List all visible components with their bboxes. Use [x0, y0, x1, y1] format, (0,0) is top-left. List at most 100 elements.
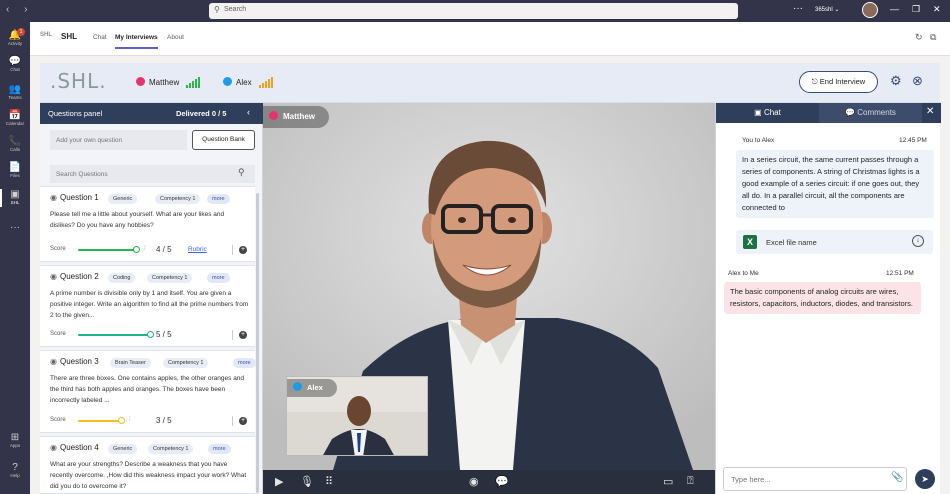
more-tags-chip[interactable]: more — [233, 358, 256, 368]
rail-item[interactable]: 🔔 Activity 1 — [0, 28, 30, 46]
eye-icon[interactable]: ◉ — [50, 272, 57, 281]
settings-gear-icon[interactable]: ⚙ — [890, 73, 902, 89]
minimize-icon[interactable]: — — [890, 4, 899, 14]
global-search-box[interactable]: ⚲ Search — [209, 3, 738, 19]
score-slider[interactable] — [78, 420, 121, 422]
close-window-icon[interactable]: ✕ — [933, 4, 941, 15]
tab-chat-panel[interactable]: ▣ Chat — [716, 103, 819, 123]
tab-comments[interactable]: 💬 Comments — [819, 103, 922, 123]
eye-icon[interactable]: ◉ — [50, 443, 57, 452]
end-interview-button[interactable]: ⎋ End Interview — [799, 71, 878, 93]
rail-item[interactable]: 📅 Calendar — [0, 110, 30, 126]
chat-bubble-icon[interactable]: 💬 — [495, 475, 509, 488]
question-bank-button[interactable]: Question Bank — [192, 130, 255, 150]
question-text: What are your strengths? Describe a weak… — [50, 461, 247, 490]
back-forward-icon[interactable]: ‹ › — [6, 4, 33, 15]
rubric-link[interactable]: Rubric — [188, 246, 207, 253]
rail-item-label: Calendar — [5, 121, 25, 126]
rail-item[interactable]: 📄 Files — [0, 162, 30, 178]
tab-my-interviews[interactable]: My Interviews — [115, 34, 158, 49]
divider — [232, 245, 233, 255]
score-slider-handle[interactable] — [147, 331, 154, 338]
add-note-icon[interactable]: + — [239, 246, 247, 254]
close-chat-icon[interactable]: ✕ — [926, 106, 934, 117]
rail-item[interactable]: 💬 Chat — [0, 56, 30, 72]
rail-item-label: Files — [10, 173, 20, 178]
close-circle-icon[interactable]: ⊗ — [912, 73, 923, 89]
slider-remaining-track: ⁞ — [129, 417, 131, 423]
rail-item[interactable]: ⊞ Apps — [0, 432, 30, 448]
microphone-icon[interactable]: 🎙 — [300, 475, 314, 488]
search-questions-input[interactable] — [50, 165, 255, 183]
message-sender: Alex to Me — [728, 270, 759, 277]
more-tags-chip[interactable]: more — [208, 444, 231, 454]
questions-panel: Questions panel Delivered 0 / 5 ‹ Questi… — [40, 103, 263, 494]
rail-item[interactable]: ▣ SHL — [0, 189, 30, 207]
question-tag: Competency 1 — [148, 444, 194, 454]
pip-name: Alex — [307, 383, 323, 392]
rail-item[interactable]: 📞 Calls — [0, 136, 30, 152]
question-title: ◉ Question 2 — [50, 272, 99, 281]
question-title: ◉ Question 1 — [50, 193, 99, 202]
captions-icon[interactable]: ▭ — [663, 475, 673, 488]
more-tags-chip[interactable]: more — [207, 194, 230, 204]
search-icon[interactable]: ⚲ — [238, 167, 245, 178]
question-card[interactable]: ◉ Question 4 Generic Competency 1 more What a… — [40, 436, 255, 494]
rail-item[interactable]: ? Help — [0, 462, 30, 478]
camera-icon[interactable]: ▶ — [275, 475, 283, 488]
self-view-video[interactable]: Alex — [286, 376, 428, 456]
title-bar: ‹ › ⚲ Search ··· 365shl ⌄ — ❐ ✕ — [0, 0, 950, 22]
question-card[interactable]: ◉ Question 1 Generic Competency 1 more Please… — [40, 186, 255, 262]
keypad-icon[interactable]: ⠿ — [325, 475, 333, 488]
bell-icon: 🔔 — [8, 30, 22, 41]
end-interview-label: End Interview — [819, 77, 866, 86]
app-name: SHL — [61, 32, 77, 41]
rail-item[interactable]: ··· — [0, 222, 30, 233]
file-attachment[interactable]: X Excel file name ↓ — [736, 230, 933, 254]
tab-chat[interactable]: Chat — [93, 34, 107, 41]
question-tag: Brain Teaser — [110, 358, 151, 368]
send-button[interactable]: ➤ — [915, 469, 935, 489]
question-title: ◉ Question 4 — [50, 443, 99, 452]
rail-item-label: Help — [10, 473, 20, 478]
record-icon[interactable]: ◉ — [469, 475, 479, 488]
avatar[interactable] — [862, 2, 878, 18]
refresh-icon[interactable]: ↻ — [915, 32, 923, 43]
score-slider-handle[interactable] — [118, 417, 125, 424]
eye-icon[interactable]: ◉ — [50, 193, 57, 202]
pip-name-tag: Alex — [287, 379, 337, 397]
score-slider-handle[interactable] — [133, 246, 140, 253]
tab-about[interactable]: About — [167, 34, 184, 41]
search-icon: ⚲ — [214, 5, 220, 14]
score-slider[interactable] — [78, 334, 150, 336]
collapse-panel-icon[interactable]: ‹ — [247, 107, 250, 117]
download-icon[interactable]: ↓ — [912, 235, 924, 247]
question-card[interactable]: ◉ Question 2 Coding Competency 1 more A prime… — [40, 265, 255, 347]
more-tags-chip[interactable]: more — [207, 273, 230, 283]
question-list-scrollbar[interactable] — [256, 193, 259, 493]
divider — [232, 330, 233, 340]
participants-icon[interactable]: ⍰ — [687, 475, 694, 488]
add-note-icon[interactable]: + — [239, 331, 247, 339]
org-switcher[interactable]: 365shl ⌄ — [815, 6, 839, 13]
teams-icon: 👥 — [8, 84, 22, 95]
delivered-count: Delivered 0 / 5 — [176, 109, 227, 118]
message-time: 12:45 PM — [899, 137, 927, 144]
popout-icon[interactable]: ⧉ — [930, 32, 936, 43]
chat-message-input[interactable] — [723, 467, 907, 491]
video-stage: Matthew Alex ▶ 🎙 ⠿ ◉ 💬 ▭ ⍰ — [263, 103, 715, 494]
question-card[interactable]: ◉ Question 3 Brain Teaser Competency 1 more T… — [40, 350, 256, 433]
eye-icon[interactable]: ◉ — [50, 357, 57, 366]
app-header: SHL SHL Chat My Interviews About ↻ ⧉ — [30, 22, 950, 56]
paperclip-icon[interactable]: 📎 — [891, 472, 903, 483]
more-options-icon[interactable]: ··· — [793, 3, 803, 14]
add-note-icon[interactable]: + — [239, 417, 247, 425]
question-title-text: Question 1 — [59, 193, 99, 202]
calendar-icon: 📅 — [8, 110, 22, 121]
shl-app-icon: ▣ — [10, 189, 20, 200]
excel-file-icon: X — [743, 235, 757, 249]
rail-item[interactable]: 👥 Teams — [0, 84, 30, 100]
score-slider[interactable] — [78, 249, 136, 251]
maximize-icon[interactable]: ❐ — [912, 4, 920, 15]
add-question-input[interactable] — [50, 130, 187, 150]
